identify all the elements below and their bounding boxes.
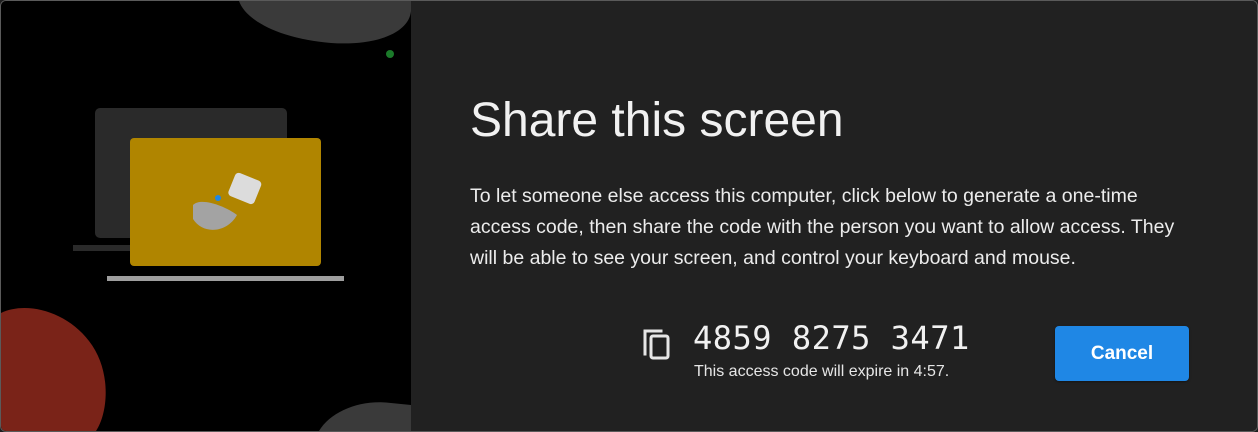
back-laptop-base bbox=[73, 245, 133, 251]
copy-icon[interactable] bbox=[641, 325, 673, 361]
share-screen-illustration bbox=[1, 1, 411, 431]
decorative-blob-red bbox=[1, 308, 106, 431]
illustration-panel bbox=[1, 1, 411, 431]
access-code: 4859 8275 3471 bbox=[693, 319, 970, 357]
expiry-text: This access code will expire in 4:57. bbox=[694, 363, 950, 380]
share-screen-dialog: Share this screen To let someone else ac… bbox=[0, 0, 1258, 432]
dialog-description: To let someone else access this computer… bbox=[470, 185, 1175, 269]
dialog-title: Share this screen bbox=[470, 94, 844, 147]
content-panel: Share this screen To let someone else ac… bbox=[411, 1, 1257, 431]
front-laptop-screen bbox=[130, 138, 321, 266]
green-dot bbox=[386, 50, 394, 58]
decorative-blob-top bbox=[239, 1, 411, 44]
decorative-blob-bottom bbox=[319, 402, 411, 431]
blue-dot bbox=[215, 195, 221, 201]
cancel-button[interactable]: Cancel bbox=[1055, 326, 1189, 381]
front-laptop-base bbox=[107, 276, 344, 281]
